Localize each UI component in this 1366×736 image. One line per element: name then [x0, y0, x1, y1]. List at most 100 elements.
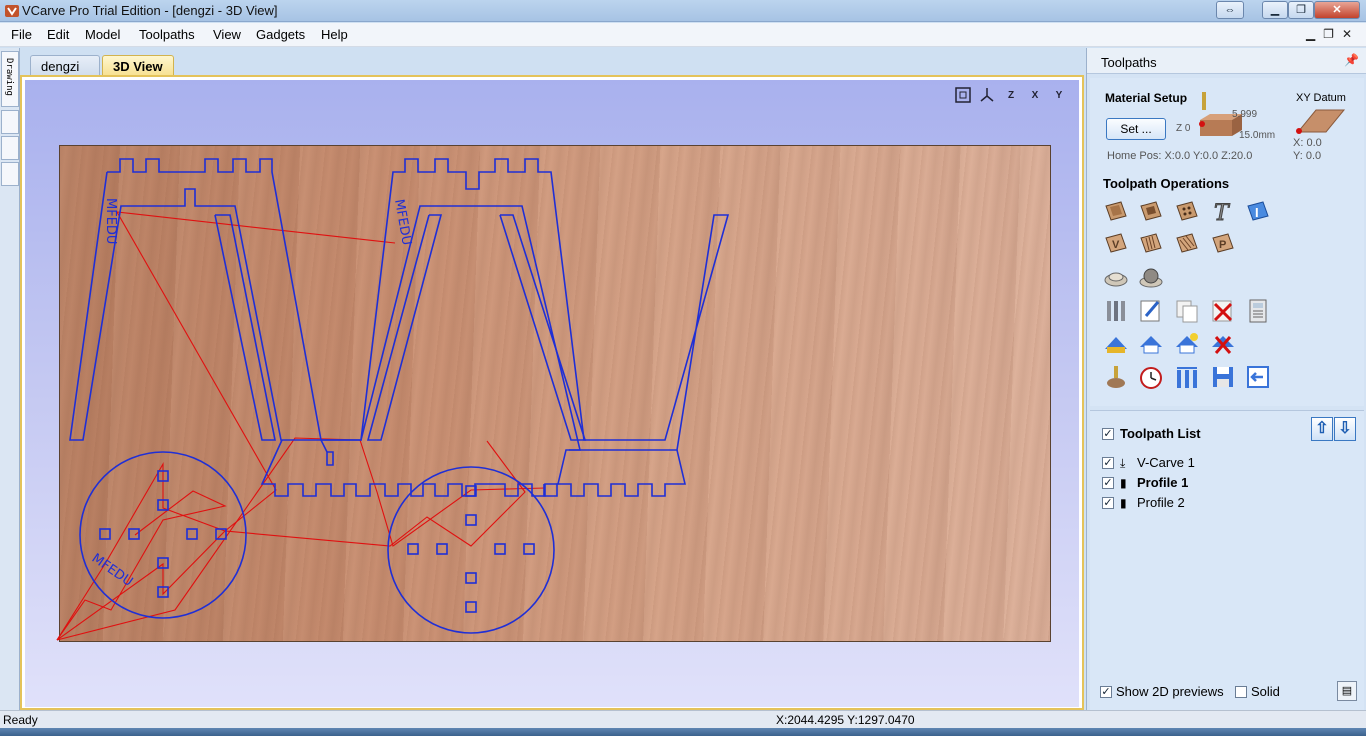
strip-button[interactable] [1, 136, 19, 160]
material-preview-icon[interactable] [1103, 364, 1129, 390]
close-button[interactable]: ✕ [1314, 1, 1360, 19]
minimize-button[interactable]: ▁ [1262, 1, 1288, 19]
quick-engrave-icon[interactable]: T [1210, 198, 1236, 225]
save-toolpath-icon[interactable] [1210, 364, 1236, 390]
cursor-coordinates: X:2044.4295 Y:1297.0470 [776, 713, 915, 727]
maximize-button[interactable]: ❐ [1288, 1, 1314, 19]
engraved-text: MFEDU [103, 198, 118, 244]
vector-tab [320, 439, 334, 466]
engraved-text: MFEDU [391, 198, 414, 246]
toolpath-summary-icon[interactable] [1174, 364, 1200, 390]
wheel-hole [128, 528, 140, 540]
drawing-tab[interactable]: Drawing [1, 51, 19, 107]
app-icon [5, 5, 19, 17]
3d-view-frame: MFEDU MFEDU MFEDU Z X Y [20, 75, 1084, 710]
texture-toolpath-icon[interactable] [1174, 230, 1200, 256]
menu-view[interactable]: View [213, 27, 241, 42]
home-position: Home Pos: X:0.0 Y:0.0 Z:20.0 [1107, 150, 1253, 162]
wheel-hole [99, 528, 111, 540]
toolpath-visible-checkbox[interactable]: ✓ [1102, 457, 1114, 469]
wheel-circle [387, 466, 555, 634]
iso-view-icon[interactable] [977, 86, 997, 106]
fluting-toolpath-icon[interactable] [1138, 230, 1164, 256]
wheel-hole [465, 514, 477, 526]
edit-toolpath-icon[interactable] [1138, 298, 1164, 324]
vcarve-toolpath-icon[interactable]: V [1103, 230, 1129, 256]
vector-slot [214, 214, 276, 441]
material-set-button[interactable]: Set ... [1106, 118, 1166, 140]
3d-view-area[interactable]: MFEDU MFEDU MFEDU Z X Y [25, 80, 1079, 707]
wheel-hole [523, 543, 535, 555]
menu-toolpaths[interactable]: Toolpaths [139, 27, 195, 42]
xy-datum-icon [1296, 109, 1346, 134]
toolpath-name: V-Carve 1 [1137, 455, 1195, 470]
vcarve-tool-icon: ⤓ [1120, 456, 1126, 470]
toolpath-visible-checkbox[interactable]: ✓ [1102, 477, 1114, 489]
zoom-extents-icon[interactable] [953, 86, 973, 106]
move-down-button[interactable]: ⇩ [1334, 417, 1356, 441]
reset-preview-icon[interactable] [1174, 331, 1200, 357]
tab-dengzi[interactable]: dengzi [30, 55, 100, 77]
xy-datum-label: XY Datum [1296, 92, 1346, 104]
wheel-hole [436, 543, 448, 555]
show-2d-previews-checkbox[interactable]: ✓ [1100, 686, 1112, 698]
drilling-toolpath-icon[interactable] [1174, 198, 1200, 224]
mdi-controls-icon[interactable]: ▁❐✕ [1306, 27, 1360, 41]
menu-model[interactable]: Model [85, 27, 120, 42]
title-bar: VCarve Pro Trial Edition - [dengzi - 3D … [0, 0, 1366, 22]
wheel-hole [465, 572, 477, 584]
menu-gadgets[interactable]: Gadgets [256, 27, 305, 42]
prism-toolpath-icon[interactable]: P [1210, 230, 1236, 256]
restore-title-icon[interactable]: ⇔ [1216, 1, 1244, 19]
z-view-icon[interactable]: Z [1001, 86, 1021, 106]
preview-selected-icon[interactable] [1138, 331, 1164, 357]
material-setup-label: Material Setup [1105, 91, 1188, 105]
menu-edit[interactable]: Edit [47, 27, 69, 42]
wheel-hole [494, 543, 506, 555]
document-tabs: dengzi 3D View [22, 52, 1084, 77]
panel-calculator-icon[interactable]: ▤ [1337, 681, 1357, 701]
pocket-toolpath-icon[interactable] [1138, 198, 1164, 224]
calculator-icon[interactable] [1245, 298, 1271, 324]
time-estimate-icon[interactable] [1138, 364, 1164, 390]
drawing-tab-label: Drawing [4, 58, 14, 96]
delete-toolpath-icon[interactable] [1210, 298, 1236, 324]
endmill-tool-icon: ▮ [1120, 476, 1127, 490]
toolpath-operations-label: Toolpath Operations [1103, 176, 1230, 191]
vector-bracket [107, 158, 730, 497]
tab-3d-view[interactable]: 3D View [102, 55, 174, 77]
panel-header: Toolpaths 📌 [1087, 48, 1366, 74]
duplicate-toolpath-icon[interactable] [1174, 298, 1200, 324]
preview-all-icon[interactable] [1103, 331, 1129, 357]
3d-finishing-icon[interactable] [1138, 264, 1164, 290]
menu-file[interactable]: File [11, 27, 32, 42]
solid-checkbox[interactable] [1235, 686, 1247, 698]
pin-icon[interactable]: 📌 [1344, 53, 1359, 67]
y-view-icon[interactable]: Y [1049, 86, 1069, 106]
toolpath-list-checkbox[interactable]: ✓ [1102, 428, 1114, 440]
z-zero-label: Z 0 [1176, 123, 1191, 134]
move-up-button[interactable]: ⇧ [1311, 417, 1333, 441]
close-panel-icon[interactable] [1245, 364, 1271, 390]
toolpaths-panel: Toolpaths 📌 Material Setup Set ... Z 0 5… [1086, 48, 1366, 710]
datum-x: X: 0.0 [1293, 137, 1322, 149]
wheel-hole [186, 528, 198, 540]
preview-toolpath-icon[interactable] [1210, 331, 1236, 357]
strip-button[interactable] [1, 110, 19, 134]
x-view-icon[interactable]: X [1025, 86, 1045, 106]
datum-y: Y: 0.0 [1293, 150, 1322, 162]
window-title: VCarve Pro Trial Edition - [dengzi - 3D … [22, 3, 278, 18]
toolpath-list-section: ✓ Toolpath List ⇧ ⇩ ✓ ⤓ V-Carve 1 ✓ ▮ Pr… [1090, 410, 1364, 710]
inlay-toolpath-icon[interactable]: I [1245, 198, 1271, 224]
profile-toolpath-icon[interactable] [1103, 198, 1129, 224]
menu-help[interactable]: Help [321, 27, 348, 42]
svg-text:I: I [1255, 205, 1259, 220]
vector-bracket [69, 171, 582, 451]
strip-button[interactable] [1, 162, 19, 186]
status-bar: Ready X:2044.4295 Y:1297.0470 [0, 710, 1366, 728]
tool-database-icon[interactable] [1103, 298, 1129, 324]
panel-title: Toolpaths [1101, 55, 1157, 70]
toolpath-visible-checkbox[interactable]: ✓ [1102, 497, 1114, 509]
wheel-hole [407, 543, 419, 555]
3d-roughing-icon[interactable] [1103, 264, 1129, 290]
